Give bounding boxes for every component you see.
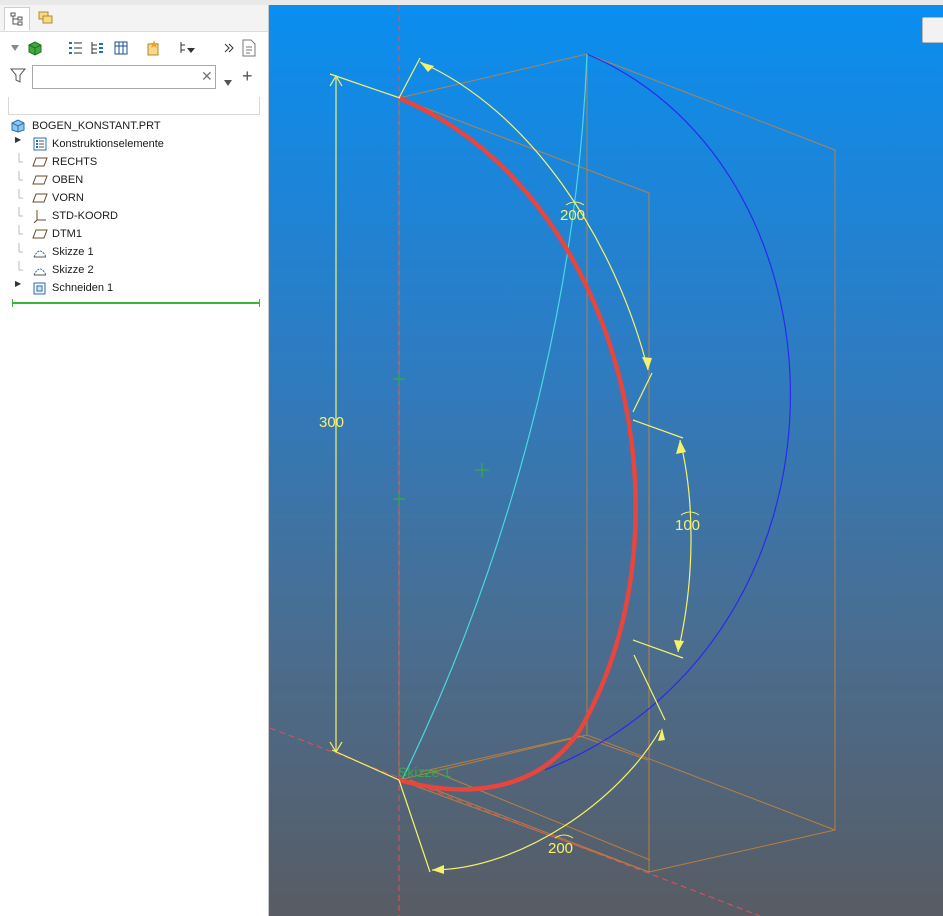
tree-connector xyxy=(15,153,23,173)
panel-tab-bar xyxy=(0,5,268,32)
tree-search-input[interactable] xyxy=(32,65,216,89)
tab-layers[interactable] xyxy=(34,7,58,29)
tab-model-tree[interactable] xyxy=(4,7,30,31)
datum-plane-icon xyxy=(32,154,48,170)
tree-connector xyxy=(15,243,23,263)
feature-list-icon xyxy=(32,136,48,152)
tree-root[interactable]: BOGEN_KONSTANT.PRT xyxy=(0,117,268,135)
tree-item[interactable]: ▶ Schneiden 1 xyxy=(0,279,268,297)
cyan-trajectory-curve xyxy=(401,53,588,781)
tree-item-label: DTM1 xyxy=(52,228,82,240)
tree-item[interactable]: Skizze 1 xyxy=(0,243,268,261)
tree-item[interactable]: Skizze 2 xyxy=(0,261,268,279)
tree-item[interactable]: ▶ Konstruktionselemente xyxy=(0,135,268,153)
tree-item-label: OBEN xyxy=(52,174,84,186)
tree-item[interactable]: OBEN xyxy=(0,171,268,189)
new-feature-icon[interactable] xyxy=(144,39,162,57)
expand-arrow-icon[interactable]: ▶ xyxy=(15,279,23,288)
add-filter-icon[interactable]: + xyxy=(242,67,253,85)
tree-item-label: Konstruktionselemente xyxy=(52,138,164,150)
tree-item[interactable]: DTM1 xyxy=(0,225,268,243)
bottom-arc-dimension-label[interactable]: 200 xyxy=(548,840,573,857)
right-dimension-label[interactable]: 100 xyxy=(675,517,700,534)
blue-arc-curve xyxy=(544,53,791,771)
tree-item[interactable]: STD-KOORD xyxy=(0,207,268,225)
tree-connector xyxy=(15,171,23,191)
tree-connector xyxy=(15,261,23,281)
sketch-icon xyxy=(32,244,48,260)
tree-item[interactable]: VORN xyxy=(0,189,268,207)
datum-plane-icon xyxy=(32,190,48,206)
expand-arrow-icon[interactable]: ▶ xyxy=(15,135,23,144)
tree-filter-icon[interactable] xyxy=(178,39,196,57)
settings-document-icon[interactable] xyxy=(240,39,258,57)
datum-plane-icon xyxy=(32,172,48,188)
tree-toolbar xyxy=(0,33,268,63)
coordinate-system-icon xyxy=(32,208,48,224)
model-tree-panel: ✕ + BOGEN_KONSTANT.PRT ▶ Konstruktionsele… xyxy=(0,5,269,916)
layers-icon xyxy=(38,11,53,24)
tree-item-label: Schneiden 1 xyxy=(52,282,114,294)
height-dimension-label[interactable]: 300 xyxy=(319,414,344,431)
datum-points xyxy=(393,373,489,505)
tree-item-label: Skizze 1 xyxy=(52,246,94,258)
cut-icon xyxy=(32,280,48,296)
more-tools-icon[interactable] xyxy=(220,39,238,57)
table-icon[interactable] xyxy=(112,39,130,57)
tree-item-label: VORN xyxy=(52,192,84,204)
solid-part-icon[interactable] xyxy=(26,39,44,57)
tree-list-icon[interactable] xyxy=(66,39,84,57)
viewport-view-button[interactable] xyxy=(922,17,943,43)
tree-item-label: Skizze 2 xyxy=(52,264,94,276)
dimension-lines xyxy=(329,57,692,873)
top-arc-dimension-label[interactable]: 200 xyxy=(560,207,585,224)
insert-here-marker[interactable] xyxy=(12,299,260,307)
tree-filter-row: ✕ + xyxy=(0,63,268,93)
display-dropdown-icon[interactable] xyxy=(10,39,20,57)
tree-item[interactable]: RECHTS xyxy=(0,153,268,171)
part-icon xyxy=(10,118,26,134)
datum-box-edges xyxy=(398,53,836,873)
tree-root-label: BOGEN_KONSTANT.PRT xyxy=(32,120,161,132)
highlighted-arc-curve xyxy=(398,95,638,792)
model-graphics: 300 200 100 200 Skizze 1 xyxy=(269,5,836,916)
tree-item-label: RECHTS xyxy=(52,156,98,168)
tree-columns-icon[interactable] xyxy=(88,39,106,57)
datum-plane-icon xyxy=(32,226,48,242)
clear-search-icon[interactable]: ✕ xyxy=(201,68,213,85)
tree-connector xyxy=(15,207,23,227)
model-tree-icon xyxy=(10,12,23,26)
sketch-icon xyxy=(32,262,48,278)
tree-header-divider xyxy=(8,97,260,115)
tree-connector xyxy=(15,225,23,245)
graphics-viewport[interactable]: 300 200 100 200 Skizze 1 xyxy=(269,5,943,916)
filter-dropdown-icon[interactable] xyxy=(224,73,232,91)
funnel-icon[interactable] xyxy=(9,68,27,89)
tree-connector xyxy=(15,189,23,209)
tree-item-label: STD-KOORD xyxy=(52,210,118,222)
sketch-label[interactable]: Skizze 1 xyxy=(398,764,451,780)
